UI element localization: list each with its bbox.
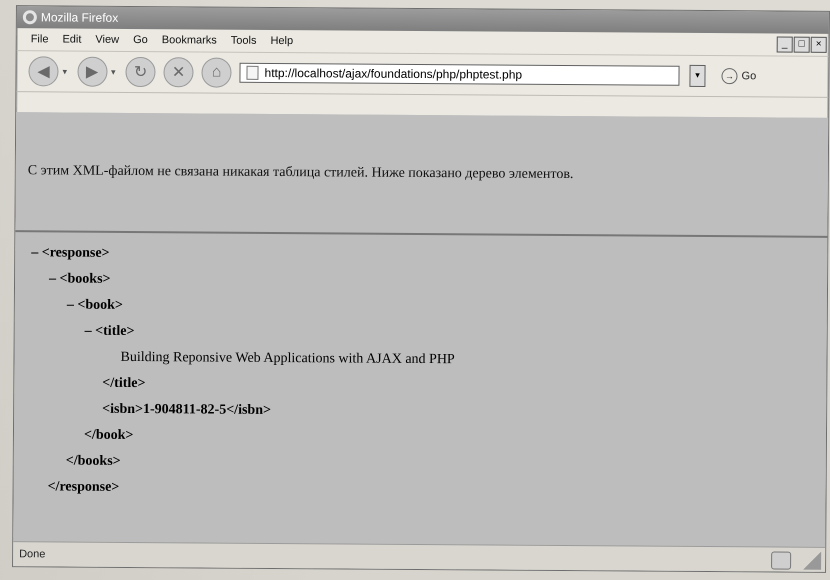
page-icon	[246, 65, 259, 80]
xml-line: <isbn>1-904811-82-5</isbn>	[102, 401, 272, 418]
resize-grip-icon[interactable]	[803, 551, 822, 570]
maximize-button[interactable]: □	[793, 36, 810, 53]
reload-icon[interactable]: ↻	[125, 56, 156, 88]
address-bar[interactable]: http://localhost/ajax/foundations/php/ph…	[239, 62, 680, 86]
address-text: http://localhost/ajax/foundations/php/ph…	[264, 65, 523, 82]
xml-banner: С этим XML-файлом не связана никакая таб…	[15, 112, 829, 238]
forward-dropdown-icon[interactable]: ▾	[111, 66, 116, 77]
go-button[interactable]: → Go	[721, 68, 757, 85]
menu-bookmarks[interactable]: Bookmarks	[162, 34, 217, 46]
xml-tree: – <response> – <books> – <book> – <title…	[14, 232, 828, 506]
menu-tools[interactable]: Tools	[231, 35, 257, 47]
home-icon[interactable]: ⌂	[201, 57, 232, 88]
forward-icon[interactable]: ▶	[76, 56, 108, 87]
back-dropdown-icon[interactable]: ▾	[62, 66, 67, 77]
security-icon	[771, 551, 792, 570]
window-controls: _ □ ×	[776, 36, 827, 53]
browser-window: Mozilla Firefox File Edit View Go Bookma…	[12, 5, 830, 573]
go-label: Go	[741, 70, 757, 83]
go-icon: →	[721, 68, 738, 85]
minimize-button[interactable]: _	[776, 36, 793, 53]
menu-help[interactable]: Help	[270, 35, 293, 47]
menu-view[interactable]: View	[95, 34, 119, 46]
menu-edit[interactable]: Edit	[62, 33, 81, 45]
back-icon[interactable]: ◀	[28, 56, 59, 87]
close-button[interactable]: ×	[810, 36, 827, 53]
status-bar: Done	[13, 541, 826, 572]
firefox-logo-icon	[22, 10, 37, 25]
menu-go[interactable]: Go	[133, 34, 148, 46]
status-text: Done	[19, 548, 46, 561]
stop-icon[interactable]: ✕	[163, 57, 194, 88]
menu-file[interactable]: File	[31, 33, 49, 45]
address-dropdown-icon[interactable]: ▾	[689, 64, 706, 87]
xml-line: </response>	[47, 479, 120, 495]
navigation-toolbar: ◀ ▾ ▶ ▾ ↻ ✕ ⌂ http://localhost/ajax/foun…	[16, 51, 829, 98]
xml-banner-text: С этим XML-файлом не связана никакая таб…	[27, 163, 574, 183]
page-content: С этим XML-файлом не связана никакая таб…	[13, 112, 829, 548]
window-title: Mozilla Firefox	[40, 10, 119, 25]
xml-text-node: Building Reponsive Web Applications with…	[120, 349, 455, 368]
